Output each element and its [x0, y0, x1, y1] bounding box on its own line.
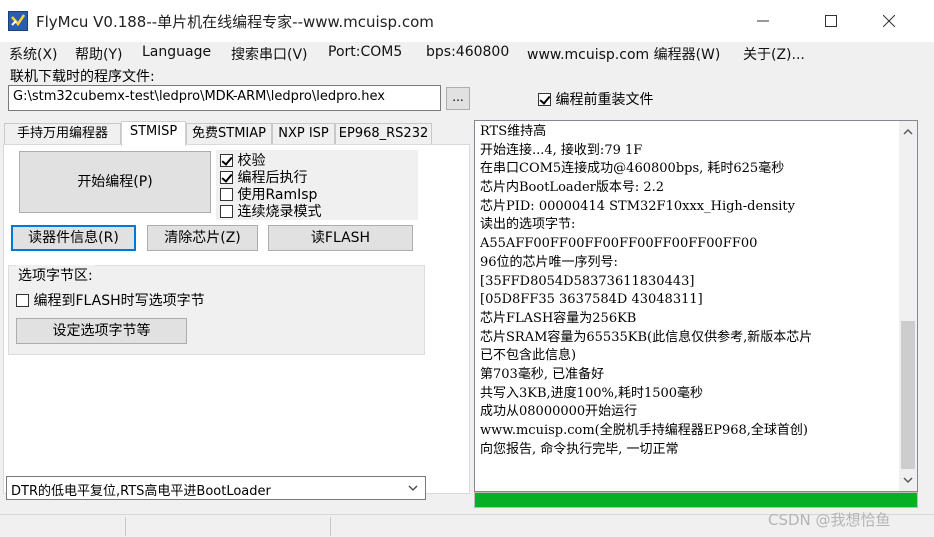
- log-line: [05D8FF35 3637584D 43048311]: [480, 292, 703, 308]
- menu-search-port[interactable]: 搜索串口(V): [231, 44, 308, 64]
- log-line: 芯片内BootLoader版本号: 2.2: [480, 180, 665, 196]
- watermark: CSDN @我想恰鱼: [768, 511, 891, 529]
- log-output[interactable]: RTS维持高开始连接...4, 接收到:79 1F 在串口COM5连接成功@460…: [474, 120, 918, 492]
- log-line: 成功从08000000开始运行: [480, 404, 638, 420]
- chevron-down-icon: [408, 485, 418, 491]
- program-file-label: 联机下载时的程序文件:: [10, 69, 155, 85]
- maximize-button[interactable]: [808, 0, 854, 42]
- set-option-bytes-button[interactable]: 设定选项字节等: [16, 318, 187, 344]
- status-separator: [330, 517, 331, 536]
- reload-before-program-checkbox[interactable]: 编程前重装文件: [538, 89, 653, 109]
- scroll-down-icon[interactable]: [899, 471, 917, 489]
- window-title: FlyMcu V0.188--单片机在线编程专家--www.mcuisp.com: [36, 13, 434, 31]
- log-line: 芯片SRAM容量为65535KB(此信息仅供参考,新版本芯片: [480, 329, 813, 345]
- minimize-button[interactable]: [740, 0, 786, 42]
- browse-button[interactable]: ...: [446, 87, 470, 110]
- write-option-bytes-checkbox[interactable]: 编程到FLASH时写选项字节: [16, 290, 205, 310]
- reload-before-program-label: 编程前重装文件: [555, 92, 654, 108]
- tab-nxp-isp[interactable]: NXP ISP: [272, 123, 335, 145]
- start-program-button[interactable]: 开始编程(P): [19, 151, 211, 213]
- log-line: 读出的选项字节:: [480, 217, 576, 233]
- boot-mode-select[interactable]: DTR的低电平复位,RTS高电平进BootLoader: [6, 476, 426, 500]
- log-line: 芯片PID: 00000414 STM32F10xxx_High-density: [480, 198, 795, 214]
- menu-help[interactable]: 帮助(Y): [75, 44, 122, 64]
- log-line: 96位的芯片唯一序列号:: [480, 254, 618, 270]
- menu-bar: 系统(X) 帮助(Y) Language 搜索串口(V) Port:COM5 b…: [0, 42, 934, 64]
- log-line: [35FFD8054D58373611830443]: [480, 273, 695, 289]
- program-options: 校验 编程后执行 使用RamIsp 连续烧录模式: [216, 150, 418, 220]
- progress-bar: [474, 492, 918, 508]
- program-file-path-input[interactable]: G:\stm32cubemx-test\ledpro\MDK-ARM\ledpr…: [8, 85, 441, 111]
- menu-port[interactable]: Port:COM5: [328, 44, 402, 60]
- log-line: A55AFF00FF00FF00FF00FF00FF00FF00: [480, 236, 758, 252]
- read-device-info-button[interactable]: 读器件信息(R): [11, 225, 136, 251]
- read-flash-button[interactable]: 读FLASH: [268, 225, 413, 251]
- title-bar: FlyMcu V0.188--单片机在线编程专家--www.mcuisp.com: [0, 0, 934, 42]
- tab-free-stmiap[interactable]: 免费STMIAP: [186, 123, 272, 145]
- checkbox-unchecked-icon: [220, 188, 233, 201]
- flymcu-app-icon: [8, 11, 28, 31]
- tab-stmisp[interactable]: STMISP: [121, 121, 186, 146]
- log-scrollbar[interactable]: [899, 121, 917, 491]
- log-line: RTS维持高: [480, 124, 547, 139]
- erase-chip-button[interactable]: 清除芯片(Z): [147, 225, 258, 251]
- option-bytes-group-label: 选项字节区:: [16, 265, 95, 285]
- log-line: 开始连接...4, 接收到:79 1F: [480, 142, 643, 158]
- progress-fill: [475, 493, 917, 507]
- checkbox-checked-icon: [538, 93, 551, 106]
- scroll-thumb[interactable]: [901, 321, 915, 469]
- status-separator: [125, 517, 126, 536]
- log-line: 共写入3KB,进度100%,耗时1500毫秒: [480, 385, 704, 401]
- tab-ep968-rs232[interactable]: EP968_RS232: [335, 123, 432, 145]
- menu-system[interactable]: 系统(X): [9, 44, 58, 64]
- close-button[interactable]: [866, 0, 912, 42]
- continuous-burn-checkbox[interactable]: 连续烧录模式: [220, 201, 321, 221]
- boot-mode-selected: DTR的低电平复位,RTS高电平进BootLoader: [11, 484, 271, 499]
- checkbox-checked-icon: [220, 154, 233, 167]
- log-line: 在串口COM5连接成功@460800bps, 耗时625毫秒: [480, 161, 785, 177]
- menu-baudrate[interactable]: bps:460800: [426, 44, 509, 60]
- tab-handheld-programmer[interactable]: 手持万用编程器: [4, 123, 121, 145]
- log-line: 已不包含此信息): [480, 348, 577, 364]
- menu-language[interactable]: Language: [142, 44, 211, 60]
- continuous-burn-label: 连续烧录模式: [237, 204, 322, 220]
- scroll-up-icon[interactable]: [899, 123, 917, 141]
- checkbox-unchecked-icon: [220, 205, 233, 218]
- menu-about[interactable]: 关于(Z)...: [743, 44, 805, 64]
- log-line: 芯片FLASH容量为256KB: [480, 310, 637, 326]
- write-option-bytes-label: 编程到FLASH时写选项字节: [33, 293, 205, 309]
- log-line: 第703毫秒, 已准备好: [480, 366, 605, 382]
- checkbox-unchecked-icon: [16, 294, 29, 307]
- log-line: www.mcuisp.com(全脱机手持编程器EP968,全球首创): [480, 423, 808, 438]
- checkbox-checked-icon: [220, 171, 233, 184]
- log-line: 向您报告, 命令执行完毕, 一切正常: [480, 441, 679, 457]
- log-lines: RTS维持高开始连接...4, 接收到:79 1F 在串口COM5连接成功@460…: [480, 123, 898, 459]
- menu-programmer[interactable]: www.mcuisp.com 编程器(W): [527, 44, 720, 64]
